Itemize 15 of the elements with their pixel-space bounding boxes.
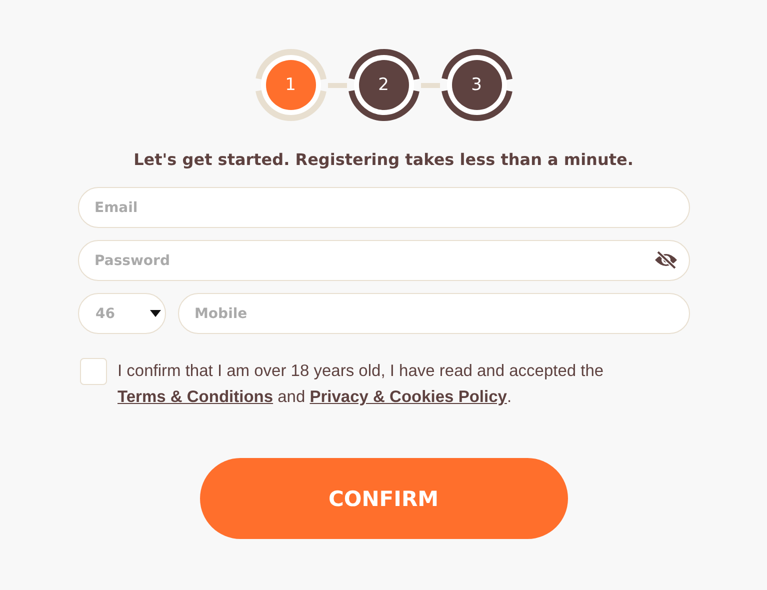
consent-text: I confirm that I am over 18 years old, I have read and accepted the Terms & Conditions and Privacy & Cookies Policy. — [118, 361, 605, 408]
step-indicator: 2 — [346, 48, 420, 122]
password-field[interactable]: Password — [78, 240, 690, 281]
eye-slash-icon[interactable] — [654, 251, 678, 269]
email-field[interactable]: Email — [78, 187, 690, 228]
step-indicator: 1 — [254, 48, 328, 122]
policy-link[interactable]: Privacy & Cookies Policy — [310, 388, 507, 406]
mobile-field[interactable]: Mobile — [178, 293, 690, 334]
step-indicator: 3 — [440, 48, 514, 122]
caret-icon — [150, 310, 160, 317]
step-connector — [420, 82, 440, 88]
form-heading: Let's get started. Registering takes less than a minute. — [134, 150, 634, 169]
policy-link[interactable]: Terms & Conditions — [118, 388, 274, 406]
consent-checkbox[interactable] — [80, 358, 106, 385]
step-connector — [328, 82, 346, 88]
